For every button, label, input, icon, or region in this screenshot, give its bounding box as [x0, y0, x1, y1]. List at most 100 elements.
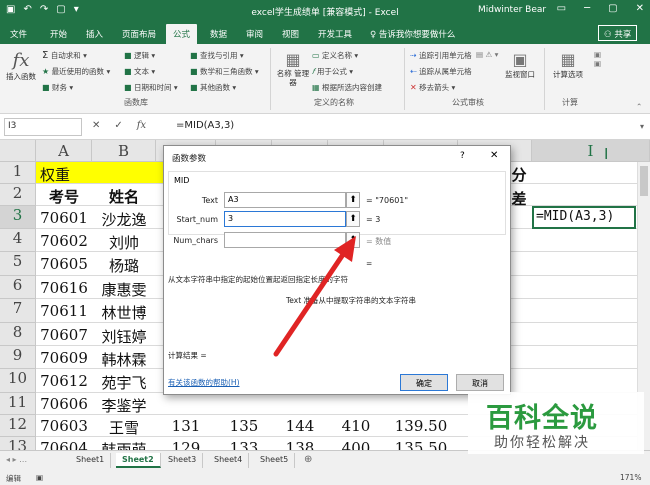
cell-name[interactable]: 李鉴学 [92, 395, 156, 416]
sheet-nav-arrows[interactable]: ◂ ▸ … [6, 455, 27, 464]
cell-id[interactable]: 70603 [36, 417, 92, 435]
cell-id[interactable]: 70609 [36, 349, 92, 367]
row-header[interactable]: 8 [0, 323, 36, 346]
financial-button[interactable]: ■ 财务 ▾ [42, 82, 73, 93]
create-from-selection-button[interactable]: ▦ 根据所选内容创建 [312, 82, 382, 93]
cell-id[interactable]: 70611 [36, 302, 92, 320]
row-header[interactable]: 12 [0, 415, 36, 437]
cell-average[interactable]: 139.50 [384, 417, 458, 435]
minimize-icon[interactable]: ─ [584, 3, 590, 14]
datetime-button[interactable]: ■ 日期和时间 ▾ [124, 82, 178, 93]
row-header[interactable]: 13 [0, 437, 36, 450]
arg-input-num-chars[interactable] [224, 232, 346, 248]
text-button[interactable]: ■ 文本 ▾ [124, 66, 155, 77]
cell-name[interactable]: 韩林霖 [92, 349, 156, 370]
row-header[interactable]: 6 [0, 276, 36, 299]
expand-formula-icon[interactable]: ▾ [640, 122, 644, 131]
other-functions-button[interactable]: ■ 其他函数 ▾ [190, 82, 236, 93]
tab-formulas[interactable]: 公式 [166, 24, 198, 44]
use-in-formula-button[interactable]: 𝑓 用于公式 ▾ [312, 66, 353, 77]
row-header[interactable]: 5 [0, 252, 36, 276]
cell-score[interactable]: 135 [216, 417, 272, 435]
cell-score[interactable]: 129 [156, 439, 216, 450]
ribbon-options-icon[interactable]: ▭ [557, 3, 566, 14]
row-header[interactable]: 1 [0, 162, 36, 184]
cell-total[interactable]: 410 [328, 417, 384, 435]
cell-id[interactable]: 70602 [36, 232, 92, 250]
tab-review[interactable]: 审阅 [246, 28, 263, 40]
cell-id[interactable]: 70607 [36, 326, 92, 344]
cell-id[interactable]: 70604 [36, 439, 92, 450]
tab-data[interactable]: 数据 [210, 28, 227, 40]
autosum-button[interactable]: Σ 自动求和 ▾ [42, 50, 87, 61]
add-sheet-icon[interactable]: ⊕ [304, 454, 312, 465]
cell-score[interactable]: 138 [272, 439, 328, 450]
cell-name[interactable]: 刘钰婷 [92, 326, 156, 347]
tell-me-search[interactable]: ♀ 告诉我你想要做什么 [370, 28, 455, 40]
insert-function-button[interactable]: fx 插入函数 [4, 50, 38, 82]
help-link[interactable]: 有关该函数的帮助(H) [168, 377, 240, 388]
select-all-corner[interactable] [0, 140, 36, 162]
sheet-tab[interactable]: Sheet3 [162, 453, 204, 468]
cell-name[interactable]: 杨璐 [92, 255, 156, 276]
cell-score[interactable]: 144 [272, 417, 328, 435]
scrollbar-thumb[interactable] [640, 166, 648, 196]
math-button[interactable]: ■ 数学和三角函数 ▾ [190, 66, 259, 77]
row-header[interactable]: 4 [0, 229, 36, 252]
active-cell-i3[interactable]: =MID(A3,3) [532, 206, 636, 229]
tab-home[interactable]: 开始 [50, 28, 67, 40]
close-icon[interactable]: ✕ [490, 150, 498, 161]
calc-options-button[interactable]: ▦ 计算选项 [548, 50, 588, 80]
cell-id[interactable]: 70612 [36, 372, 92, 390]
cell-name[interactable]: 康惠雯 [92, 279, 156, 300]
cell-b2[interactable]: 姓名 [92, 186, 156, 207]
remove-arrows-button[interactable]: ✕ 移去箭头 ▾ [410, 82, 455, 93]
column-header[interactable]: A [36, 140, 92, 162]
tab-developer[interactable]: 开发工具 [318, 28, 352, 40]
cell-score[interactable]: 133 [216, 439, 272, 450]
cancel-button[interactable]: 取消 [456, 374, 504, 391]
collapse-ribbon-icon[interactable]: ⌃ [636, 102, 642, 111]
sheet-tab[interactable]: Sheet4 [208, 453, 250, 468]
column-header-selected[interactable]: I [532, 140, 650, 162]
cell-id[interactable]: 70605 [36, 255, 92, 273]
collapse-dialog-button[interactable]: ⬆ [346, 211, 360, 227]
calc-now-icons[interactable]: ▣ ▣ [594, 50, 601, 68]
collapse-dialog-button[interactable]: ⬆ [346, 192, 360, 208]
cell-name[interactable]: 林世博 [92, 302, 156, 323]
cell-id[interactable]: 70601 [36, 209, 92, 227]
arg-input-text[interactable]: A3 [224, 192, 346, 208]
sheet-tab-active[interactable]: Sheet2 [116, 453, 161, 468]
cell-name[interactable]: 苑宇飞 [92, 372, 156, 393]
recent-functions-button[interactable]: ★ 最近使用的函数 ▾ [42, 66, 110, 77]
sheet-tab[interactable]: Sheet5 [254, 453, 296, 468]
zoom-level[interactable]: 171% [620, 473, 641, 482]
ok-button[interactable]: 确定 [400, 374, 448, 391]
macro-record-icon[interactable]: ▣ [36, 473, 43, 482]
trace-dependents-button[interactable]: ⇠ 追踪从属单元格 [410, 66, 472, 77]
tab-page-layout[interactable]: 页面布局 [122, 28, 156, 40]
formula-input[interactable]: =MID(A3,3) [176, 120, 234, 131]
cell-name[interactable]: 王雪 [92, 417, 156, 438]
lookup-button[interactable]: ■ 查找与引用 ▾ [190, 50, 244, 61]
user-name[interactable]: Midwinter Bear [478, 5, 546, 15]
cell-name[interactable]: 韩雨萌 [92, 439, 156, 450]
name-box[interactable]: I3 [4, 118, 82, 136]
cell-id[interactable]: 70606 [36, 395, 92, 413]
define-name-button[interactable]: ▭ 定义名称 ▾ [312, 50, 358, 61]
tab-file[interactable]: 文件 [10, 28, 27, 40]
audit-extra-icons[interactable]: ▤ ⚠ ▾ [476, 50, 498, 59]
watch-window-button[interactable]: ▣ 监视窗口 [500, 50, 540, 80]
fx-icon[interactable]: fx [137, 120, 146, 131]
row-header[interactable]: 2 [0, 184, 36, 206]
name-manager-button[interactable]: ▦ 名称 管理器 [276, 50, 310, 87]
maximize-icon[interactable]: ▢ [608, 3, 617, 14]
row-header[interactable]: 11 [0, 393, 36, 415]
cell-name[interactable]: 刘帅 [92, 232, 156, 253]
row-header-selected[interactable]: 3 [0, 206, 36, 229]
cancel-icon[interactable]: ✕ [92, 120, 100, 131]
logical-button[interactable]: ■ 逻辑 ▾ [124, 50, 155, 61]
collapse-dialog-button[interactable]: ⬆ [346, 232, 360, 248]
tab-view[interactable]: 视图 [282, 28, 299, 40]
row-header[interactable]: 10 [0, 369, 36, 393]
